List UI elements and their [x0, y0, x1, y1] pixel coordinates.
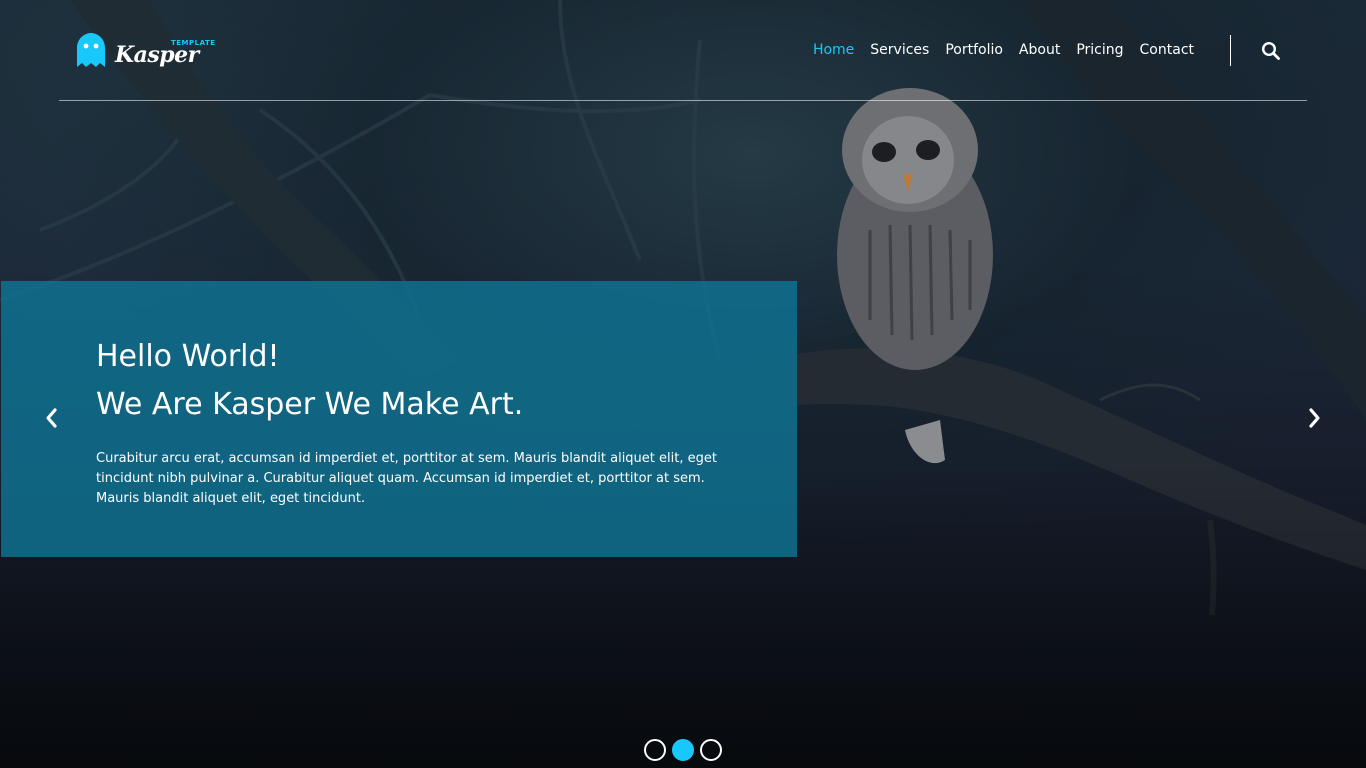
hero-content-box: Hello World! We Are Kasper We Make Art. … [1, 281, 797, 557]
search-button[interactable] [1261, 41, 1281, 61]
slider-bullet-2[interactable] [672, 739, 694, 761]
logo[interactable]: TEMPLATE Kasper [75, 30, 215, 70]
hero-heading-line2: We Are Kasper We Make Art. [96, 387, 524, 422]
site-header: TEMPLATE Kasper Home Services Portfolio … [59, 0, 1307, 101]
search-icon [1261, 41, 1280, 60]
slider-prev-button[interactable] [39, 405, 63, 431]
hero-paragraph: Curabitur arcu erat, accumsan id imperdi… [96, 451, 717, 506]
nav-item-services[interactable]: Services [862, 40, 937, 60]
slider-bullets [644, 739, 722, 761]
nav-item-home[interactable]: Home [805, 40, 862, 60]
hero-heading: Hello World! We Are Kasper We Make Art. [96, 333, 776, 429]
slider-next-button[interactable] [1303, 405, 1327, 431]
ghost-logo-icon [77, 33, 105, 67]
slider-bullet-1[interactable] [644, 739, 666, 761]
nav-item-about[interactable]: About [1011, 40, 1068, 60]
logo-wordmark: Kasper [115, 42, 199, 68]
nav-divider [1230, 35, 1231, 66]
nav-item-contact[interactable]: Contact [1132, 40, 1202, 60]
nav-item-pricing[interactable]: Pricing [1068, 40, 1131, 60]
chevron-left-icon [46, 408, 57, 428]
chevron-right-icon [1309, 408, 1320, 428]
nav-item-portfolio[interactable]: Portfolio [937, 40, 1011, 60]
main-nav: Home Services Portfolio About Pricing Co… [805, 40, 1202, 60]
slider-bullet-3[interactable] [700, 739, 722, 761]
hero-heading-line1: Hello World! [96, 339, 280, 374]
